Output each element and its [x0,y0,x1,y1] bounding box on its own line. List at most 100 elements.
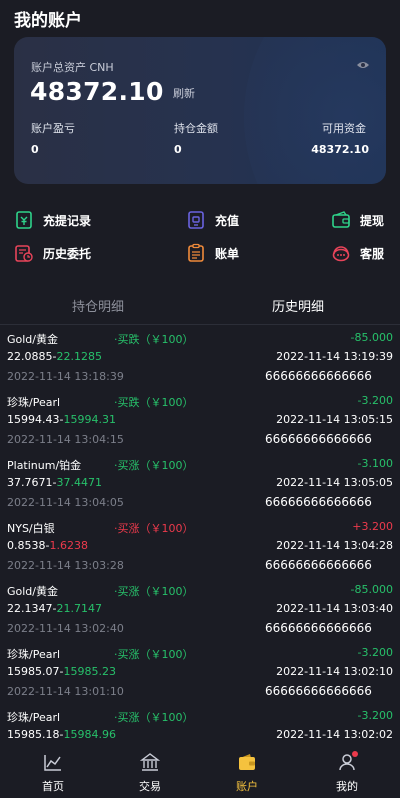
trade-row[interactable]: Gold/黄金 ·买跌（￥100） -85.000 22.0885-22.1285 20… [0,325,400,388]
trade-order-number: 66666666666666 [265,621,372,635]
withdraw-button[interactable]: 提现 [331,208,384,232]
trade-open-price: 22.0885- [7,350,57,363]
withdraw-icon [332,211,350,228]
trade-open-time: 2022-11-14 13:18:39 [7,370,124,383]
app-header: 我的账户 [0,0,400,36]
trade-direction: ·买涨（￥100） [114,585,194,598]
nav-trade[interactable]: 交易 [100,746,200,798]
trade-row[interactable]: 珍珠/Pearl ·买涨（￥100） -3.200 15985.18-15984.96… [0,703,400,745]
trade-direction: ·买涨（￥100） [114,648,194,661]
position-amount-value: 0 [174,143,182,156]
trade-row[interactable]: Gold/黄金 ·买涨（￥100） -85.000 22.1347-21.7147 20… [0,577,400,640]
trade-history-list: Gold/黄金 ·买跌（￥100） -85.000 22.0885-22.1285 20… [0,325,400,745]
customer-service-label: 客服 [360,246,385,261]
trade-close-time: 2022-11-14 13:04:28 [276,539,393,552]
trade-direction: ·买涨（￥100） [114,711,194,724]
trade-instrument: 珍珠/Pearl [7,648,61,661]
trade-close-time: 2022-11-14 13:19:39 [276,350,393,363]
trade-open-price: 15985.07- [7,665,64,678]
position-amount-label: 持仓金额 [174,122,218,135]
tab-history[interactable]: 历史明细 [272,296,324,315]
trade-direction: ·买涨（￥100） [114,522,194,535]
nav-trade-label: 交易 [139,780,161,793]
trade-direction: ·买跌（￥100） [114,333,194,346]
trade-open-price: 15994.43- [7,413,64,426]
trade-close-time: 2022-11-14 13:02:02 [276,728,393,741]
trade-order-number: 66666666666666 [265,432,372,446]
nav-profile-label: 我的 [336,780,358,793]
trade-open-time: 2022-11-14 13:03:28 [7,559,124,572]
trade-pnl: -3.200 [357,394,393,407]
trade-close-price: 22.1285 [56,350,102,363]
trade-open-price: 37.7671- [7,476,57,489]
nav-home-label: 首页 [42,780,64,793]
trade-close-time: 2022-11-14 13:02:10 [276,665,393,678]
trade-close-time: 2022-11-14 13:05:15 [276,413,393,426]
trade-order-number: 66666666666666 [265,495,372,509]
trade-pnl: -3.100 [357,457,393,470]
trade-open-price: 0.8538- [7,539,50,552]
trade-prices: 22.0885-22.1285 [7,350,102,363]
recharge-button[interactable]: 充值 [186,208,239,232]
trade-close-price: 21.7147 [56,602,102,615]
trade-prices: 15994.43-15994.31 [7,413,116,426]
trade-prices: 15985.18-15984.96 [7,728,116,741]
trade-open-time: 2022-11-14 13:01:10 [7,685,124,698]
trade-open-time: 2022-11-14 13:04:15 [7,433,124,446]
nav-account-label: 账户 [236,780,258,793]
eye-icon[interactable] [356,60,370,70]
account-summary-card: 账户总资产 CNH 48372.10 刷新 账户盈亏 持仓金额 可用资金 0 0… [14,37,386,184]
trade-row[interactable]: 珍珠/Pearl ·买跌（￥100） -3.200 15994.43-15994.31… [0,388,400,451]
trade-row[interactable]: 珍珠/Pearl ·买涨（￥100） -3.200 15985.07-15985.23… [0,640,400,703]
account-pnl-label: 账户盈亏 [31,122,75,135]
trade-pnl: -85.000 [350,583,393,596]
trade-instrument: Platinum/铂金 [7,459,82,472]
trade-direction: ·买涨（￥100） [114,459,194,472]
trade-close-time: 2022-11-14 13:05:05 [276,476,393,489]
tab-positions[interactable]: 持仓明细 [72,296,124,315]
trade-close-price: 1.6238 [49,539,88,552]
trade-direction: ·买跌（￥100） [114,396,194,409]
trade-open-time: 2022-11-14 13:04:05 [7,496,124,509]
page-title: 我的账户 [14,11,82,31]
nav-account[interactable]: 账户 [197,746,297,798]
trade-instrument: 珍珠/Pearl [7,711,61,724]
nav-profile[interactable]: 我的 [297,746,397,798]
trade-row[interactable]: Platinum/铂金 ·买涨（￥100） -3.100 37.7671-37.447… [0,451,400,514]
quick-actions: 充提记录 充值 提现 历史委托 账单 客服 [0,204,400,274]
trade-open-price: 15985.18- [7,728,64,741]
trade-close-price: 15984.96 [63,728,116,741]
bill-button[interactable]: 账单 [186,241,239,265]
trade-row[interactable]: NYS/白银 ·买涨（￥100） +3.200 0.8538-1.6238 2022-1… [0,514,400,577]
history-orders-label: 历史委托 [43,246,92,261]
trade-order-number: 66666666666666 [265,369,372,383]
bill-icon [188,243,204,262]
deposit-withdraw-record-button[interactable]: 充提记录 [14,208,91,232]
customer-service-icon [332,246,350,262]
trade-prices: 0.8538-1.6238 [7,539,88,552]
trade-pnl: -85.000 [350,331,393,344]
nav-home[interactable]: 首页 [3,746,103,798]
bill-label: 账单 [215,246,240,261]
refresh-button[interactable]: 刷新 [173,85,195,101]
trade-instrument: Gold/黄金 [7,333,58,346]
trade-prices: 22.1347-21.7147 [7,602,102,615]
trade-open-price: 22.1347- [7,602,57,615]
trade-close-price: 15994.31 [63,413,116,426]
history-orders-button[interactable]: 历史委托 [14,241,91,265]
trade-instrument: 珍珠/Pearl [7,396,61,409]
recharge-icon [188,211,204,229]
home-chart-icon [44,755,61,771]
trade-prices: 15985.07-15985.23 [7,665,116,678]
total-assets-value: 48372.10 [30,77,164,106]
customer-service-button[interactable]: 客服 [331,241,384,265]
trade-order-number: 66666666666666 [265,684,372,698]
trade-close-price: 37.4471 [56,476,102,489]
detail-tabs: 持仓明细 历史明细 [0,284,400,325]
notification-dot [352,751,358,757]
trade-instrument: Gold/黄金 [7,585,58,598]
trade-prices: 37.7671-37.4471 [7,476,102,489]
history-orders-icon [15,245,33,262]
bottom-nav: 首页 交易 账户 我的 [0,746,400,798]
recharge-label: 充值 [215,213,240,228]
